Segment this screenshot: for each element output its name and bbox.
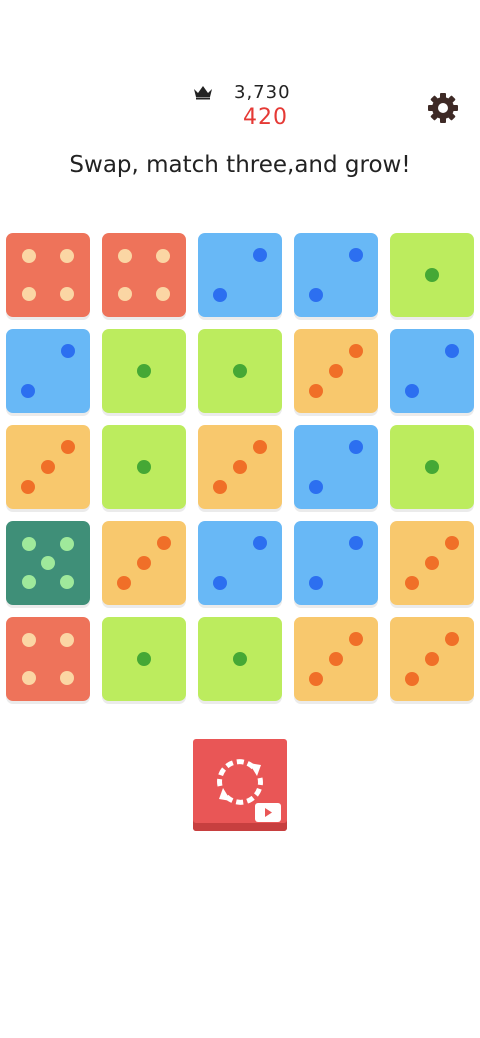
die-pip <box>253 535 268 550</box>
die-pip <box>60 287 75 302</box>
die-pip <box>308 576 323 591</box>
die-pip <box>21 536 36 551</box>
die-pip <box>212 288 227 303</box>
die-pip <box>157 535 172 550</box>
crown-icon <box>194 86 212 100</box>
die-tile[interactable] <box>6 617 90 701</box>
die-tile[interactable] <box>294 425 378 509</box>
die-tile[interactable] <box>102 425 186 509</box>
die-pip <box>137 460 151 474</box>
current-score: 420 <box>243 105 288 130</box>
die-pip <box>425 268 439 282</box>
die-pip <box>233 652 247 666</box>
die-pip <box>21 671 36 686</box>
die-tile[interactable] <box>198 233 282 317</box>
die-pip <box>233 364 247 378</box>
game-board <box>6 233 474 701</box>
die-pip <box>137 364 151 378</box>
die-tile[interactable] <box>102 617 186 701</box>
die-tile[interactable] <box>390 521 474 605</box>
refresh-board-button[interactable] <box>193 739 287 831</box>
die-tile[interactable] <box>102 233 186 317</box>
die-pip <box>212 480 227 495</box>
die-pip <box>60 632 75 647</box>
die-pip <box>308 672 323 687</box>
die-pip <box>349 343 364 358</box>
die-pip <box>404 672 419 687</box>
die-tile[interactable] <box>390 617 474 701</box>
die-pip <box>41 460 55 474</box>
die-tile[interactable] <box>198 425 282 509</box>
die-tile[interactable] <box>390 425 474 509</box>
die-pip <box>308 480 323 495</box>
die-pip <box>20 480 35 495</box>
die-pip <box>349 247 364 262</box>
die-pip <box>329 364 343 378</box>
die-pip <box>404 384 419 399</box>
die-pip <box>425 460 439 474</box>
die-pip <box>156 248 171 263</box>
die-pip <box>61 439 76 454</box>
die-pip <box>21 248 36 263</box>
die-tile[interactable] <box>294 617 378 701</box>
die-tile[interactable] <box>294 329 378 413</box>
die-pip <box>116 576 131 591</box>
die-pip <box>156 287 171 302</box>
die-pip <box>60 248 75 263</box>
die-pip <box>445 535 460 550</box>
die-pip <box>20 384 35 399</box>
die-pip <box>41 556 55 570</box>
die-pip <box>349 439 364 454</box>
die-tile[interactable] <box>6 425 90 509</box>
die-pip <box>349 535 364 550</box>
die-tile[interactable] <box>390 329 474 413</box>
die-tile[interactable] <box>198 521 282 605</box>
die-pip <box>253 439 268 454</box>
die-pip <box>21 287 36 302</box>
die-pip <box>445 343 460 358</box>
die-pip <box>425 652 439 666</box>
die-tile[interactable] <box>390 233 474 317</box>
die-pip <box>404 576 419 591</box>
die-pip <box>137 556 151 570</box>
die-tile[interactable] <box>6 233 90 317</box>
die-pip <box>212 576 227 591</box>
die-pip <box>61 343 76 358</box>
die-pip <box>425 556 439 570</box>
die-tile[interactable] <box>102 329 186 413</box>
die-pip <box>60 671 75 686</box>
die-tile[interactable] <box>102 521 186 605</box>
die-pip <box>308 288 323 303</box>
best-score: 3,730 <box>234 82 291 103</box>
die-pip <box>329 652 343 666</box>
die-pip <box>308 384 323 399</box>
die-pip <box>253 247 268 262</box>
die-tile[interactable] <box>6 329 90 413</box>
die-pip <box>445 631 460 646</box>
die-pip <box>21 575 36 590</box>
die-tile[interactable] <box>198 617 282 701</box>
die-pip <box>60 536 75 551</box>
die-pip <box>117 248 132 263</box>
die-pip <box>137 652 151 666</box>
die-tile[interactable] <box>294 521 378 605</box>
die-tile[interactable] <box>198 329 282 413</box>
die-pip <box>21 632 36 647</box>
die-pip <box>60 575 75 590</box>
die-pip <box>117 287 132 302</box>
score-header: 3,730 420 <box>0 80 480 140</box>
tagline: Swap, match three,and grow! <box>69 152 411 178</box>
die-pip <box>233 460 247 474</box>
die-pip <box>349 631 364 646</box>
die-tile[interactable] <box>294 233 378 317</box>
die-tile[interactable] <box>6 521 90 605</box>
video-ad-icon <box>255 803 281 822</box>
gear-icon[interactable] <box>425 90 461 126</box>
